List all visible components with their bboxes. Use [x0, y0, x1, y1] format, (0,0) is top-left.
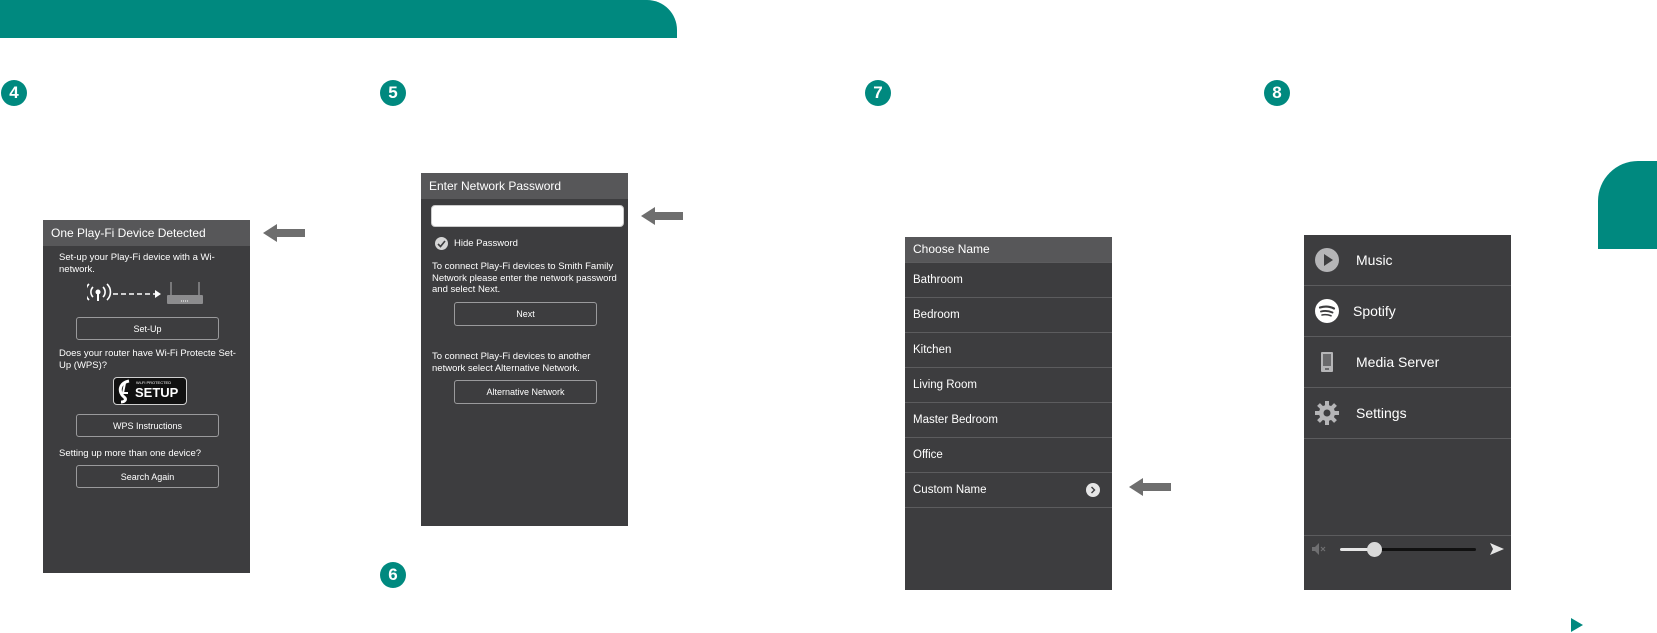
name-option-custom[interactable]: Custom Name [905, 472, 1112, 508]
volume-slider-knob[interactable] [1367, 542, 1382, 557]
custom-name-label: Custom Name [913, 484, 987, 496]
wps-logo-big-text: SETUP [135, 385, 179, 400]
name-option-master-bedroom[interactable]: Master Bedroom [905, 402, 1112, 437]
wps-logo: Wi-Fi PROTECTED SETUP [113, 377, 187, 405]
device-detected-screen: One Play-Fi Device Detected Set-up your … [43, 220, 250, 573]
arrow-left-icon [641, 207, 683, 225]
step-8-badge: 8 [1264, 80, 1290, 106]
menu-item-media-server[interactable]: Media Server [1304, 337, 1511, 388]
top-banner [0, 0, 677, 38]
hide-password-label: Hide Password [454, 238, 518, 249]
menu-item-label: Settings [1356, 405, 1407, 421]
alt-network-instructions: To connect Play-Fi devices to another ne… [432, 351, 591, 374]
screen-title: Choose Name [905, 237, 1112, 262]
spotify-icon [1314, 298, 1340, 324]
menu-item-label: Spotify [1353, 303, 1396, 319]
play-circle-icon [1314, 247, 1340, 273]
name-option-bathroom[interactable]: Bathroom [905, 262, 1112, 297]
step-7-badge: 7 [865, 80, 891, 106]
wps-swirl-icon [118, 379, 130, 404]
media-server-icon [1314, 349, 1340, 375]
hide-password-checkbox[interactable] [435, 237, 448, 250]
network-password-screen: Enter Network Password Hide Password To … [421, 173, 628, 526]
wps-question: Does your router have Wi-Fi Protecte Set… [59, 348, 236, 371]
divider [1304, 535, 1511, 536]
step-6-badge: 6 [380, 562, 406, 588]
name-option-living-room[interactable]: Living Room [905, 367, 1112, 402]
setup-button[interactable]: Set-Up [76, 317, 219, 340]
step-5-badge: 5 [380, 80, 406, 106]
screen-title: One Play-Fi Device Detected [43, 220, 250, 246]
checkmark-icon [437, 240, 446, 248]
device-to-router-icon [87, 282, 203, 304]
volume-mute-icon[interactable] [1311, 542, 1327, 556]
side-tab [1598, 161, 1657, 249]
next-page-icon[interactable] [1570, 618, 1584, 632]
search-again-button[interactable]: Search Again [76, 465, 219, 488]
menu-item-music[interactable]: Music [1304, 235, 1511, 286]
menu-item-label: Music [1356, 252, 1393, 268]
name-option-kitchen[interactable]: Kitchen [905, 332, 1112, 367]
arrow-left-icon [1129, 478, 1171, 496]
main-menu-screen: Music Spotify Media Server Settings [1304, 235, 1511, 590]
multi-device-question: Setting up more than one device? [59, 448, 202, 459]
chevron-right-icon [1086, 483, 1100, 497]
wps-instructions-button[interactable]: WPS Instructions [76, 414, 219, 437]
password-input[interactable] [431, 205, 624, 227]
step-4-badge: 4 [1, 80, 27, 106]
volume-slider-track[interactable] [1340, 542, 1476, 557]
menu-item-spotify[interactable]: Spotify [1304, 286, 1511, 337]
intro-text: Set-up your Play-Fi device with a Wi-net… [59, 252, 215, 275]
menu-item-label: Media Server [1356, 354, 1440, 370]
send-icon[interactable] [1490, 542, 1504, 556]
alternative-network-button[interactable]: Alternative Network [454, 380, 597, 404]
menu-item-settings[interactable]: Settings [1304, 388, 1511, 439]
next-button[interactable]: Next [454, 302, 597, 326]
name-option-bedroom[interactable]: Bedroom [905, 297, 1112, 332]
choose-name-screen: Choose Name Bathroom Bedroom Kitchen Liv… [905, 237, 1112, 590]
password-instructions: To connect Play-Fi devices to Smith Fami… [432, 261, 617, 295]
gear-icon [1314, 400, 1340, 426]
screen-title: Enter Network Password [421, 173, 628, 199]
name-option-office[interactable]: Office [905, 437, 1112, 472]
arrow-left-icon [263, 224, 305, 242]
